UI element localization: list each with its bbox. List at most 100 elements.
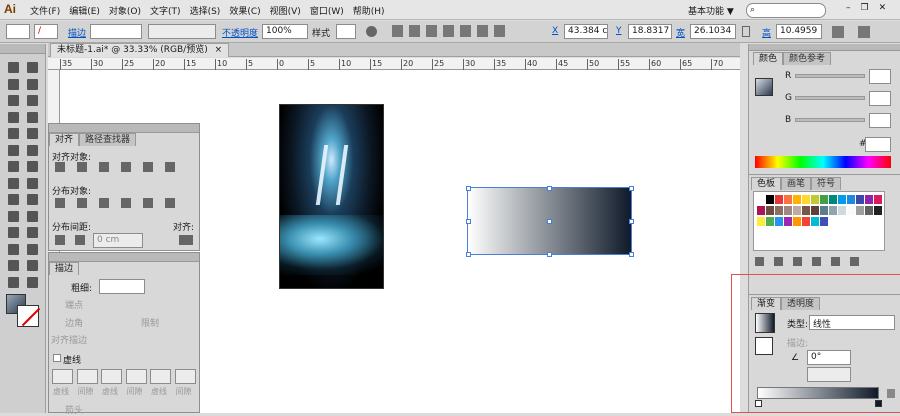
magic-wand-tool-icon[interactable]	[8, 78, 19, 90]
swatch[interactable]	[757, 206, 765, 215]
swatch[interactable]	[757, 217, 765, 226]
shape-builder-tool-icon[interactable]	[8, 194, 19, 205]
tab-stroke[interactable]: 描边	[49, 262, 80, 275]
align-bottom-icon[interactable]	[165, 162, 175, 172]
align-left-icon[interactable]	[55, 162, 65, 172]
w-input[interactable]: 26.1034	[690, 24, 736, 39]
y-input[interactable]: 18.8317	[628, 24, 672, 39]
swatch[interactable]	[847, 206, 855, 215]
channel-r-input[interactable]	[869, 69, 891, 84]
swatch[interactable]	[811, 195, 819, 204]
distribute-hcenter-icon[interactable]	[143, 198, 153, 208]
eraser-tool-icon[interactable]	[27, 144, 38, 156]
direct-selection-tool-icon[interactable]	[27, 62, 38, 73]
gradient-tool-icon[interactable]	[27, 210, 38, 222]
swatch[interactable]	[865, 206, 873, 215]
restore-icon[interactable]: ❐	[861, 3, 869, 13]
swatch[interactable]	[775, 206, 783, 215]
align-top-icon[interactable]	[443, 25, 454, 37]
swatch[interactable]	[874, 195, 882, 204]
lasso-tool-icon[interactable]	[27, 78, 38, 90]
hex-input[interactable]	[865, 137, 891, 152]
stroke-gradient-swatch[interactable]	[755, 337, 773, 355]
swatch[interactable]	[811, 206, 819, 215]
swatch[interactable]	[856, 195, 864, 204]
swatch[interactable]	[766, 217, 774, 226]
color-spectrum[interactable]	[755, 156, 891, 168]
tab-swatches[interactable]: 色板	[751, 177, 782, 190]
swatch[interactable]	[829, 206, 837, 215]
menu-item[interactable]: 效果(C)	[229, 4, 260, 17]
swatch[interactable]	[784, 217, 792, 226]
opacity-label[interactable]: 不透明度	[222, 26, 258, 39]
selection-handle[interactable]	[629, 219, 634, 224]
warp-tool-icon[interactable]	[8, 177, 19, 189]
weight-input[interactable]	[99, 279, 145, 294]
h-input[interactable]: 10.4959	[776, 24, 822, 39]
dash-gap-input[interactable]	[76, 369, 98, 384]
swatch[interactable]	[838, 206, 846, 215]
align-to-selection-icon[interactable]	[179, 235, 193, 245]
swatch[interactable]	[793, 217, 801, 226]
swatch[interactable]	[802, 195, 810, 204]
selection-handle[interactable]	[629, 252, 634, 257]
swatch[interactable]	[829, 195, 837, 204]
align-left-icon[interactable]	[392, 25, 403, 37]
swatch[interactable]	[802, 206, 810, 215]
selection-handle[interactable]	[466, 186, 471, 191]
distribute-vcenter-icon[interactable]	[77, 198, 87, 208]
opacity-input[interactable]: 100%	[262, 24, 308, 39]
distribute-left-icon[interactable]	[121, 198, 131, 208]
tab-symbols[interactable]: 符号	[811, 177, 842, 190]
menu-item[interactable]: 文字(T)	[150, 4, 181, 17]
mesh-tool-icon[interactable]	[8, 210, 19, 222]
selection-handle[interactable]	[466, 252, 471, 257]
channel-b-input[interactable]	[869, 113, 891, 128]
swatch[interactable]	[793, 195, 801, 204]
swatch[interactable]	[874, 206, 882, 215]
distribute-top-icon[interactable]	[55, 198, 65, 208]
swatch[interactable]	[766, 195, 774, 204]
graph-tool-icon[interactable]	[27, 243, 38, 255]
dash-gap-input[interactable]	[150, 369, 171, 384]
angle-input[interactable]: 0°	[807, 350, 851, 365]
fill-swatch[interactable]	[6, 24, 30, 39]
tab-brushes[interactable]: 画笔	[781, 177, 812, 190]
transform-icon[interactable]	[494, 25, 505, 37]
distribute-hspace-icon[interactable]	[75, 235, 85, 245]
zoom-tool-icon[interactable]	[27, 276, 38, 288]
panel-menu-icon[interactable]	[858, 26, 870, 38]
selection-handle[interactable]	[629, 186, 634, 191]
gradient-stop-start[interactable]	[755, 400, 762, 407]
align-vcenter-icon[interactable]	[143, 162, 153, 172]
channel-r-slider[interactable]	[795, 74, 865, 78]
style-select[interactable]	[336, 24, 356, 39]
recolor-icon[interactable]	[366, 26, 377, 37]
swatch[interactable]	[784, 206, 792, 215]
gradient-type-select[interactable]: 线性	[809, 315, 895, 330]
channel-g-slider[interactable]	[795, 96, 865, 100]
swatch[interactable]	[775, 217, 783, 226]
distribute-vspace-icon[interactable]	[55, 235, 65, 245]
free-transform-tool-icon[interactable]	[27, 177, 38, 189]
menu-item[interactable]: 帮助(H)	[353, 4, 385, 17]
menu-item[interactable]: 窗口(W)	[310, 4, 344, 17]
dash-gap-input[interactable]	[125, 369, 147, 384]
swatch[interactable]	[820, 195, 828, 204]
pen-tool-icon[interactable]	[8, 95, 19, 106]
tab-color-guide[interactable]: 颜色参考	[783, 52, 832, 65]
workspace-switcher[interactable]: 基本功能 ▼	[688, 4, 734, 17]
blend-tool-icon[interactable]	[27, 227, 38, 238]
menu-item[interactable]: 编辑(E)	[69, 4, 100, 17]
align-top-icon[interactable]	[121, 162, 131, 172]
rotate-tool-icon[interactable]	[8, 161, 19, 172]
symbol-sprayer-tool-icon[interactable]	[8, 243, 19, 255]
tab-align[interactable]: 对齐	[49, 133, 80, 146]
eyedropper-tool-icon[interactable]	[8, 227, 19, 238]
new-swatch-icon[interactable]	[831, 257, 840, 266]
selection-handle[interactable]	[547, 252, 552, 257]
delete-swatch-icon[interactable]	[850, 257, 859, 266]
swatch[interactable]	[820, 206, 828, 215]
align-hcenter-icon[interactable]	[77, 162, 87, 172]
perspective-tool-icon[interactable]	[27, 194, 38, 205]
